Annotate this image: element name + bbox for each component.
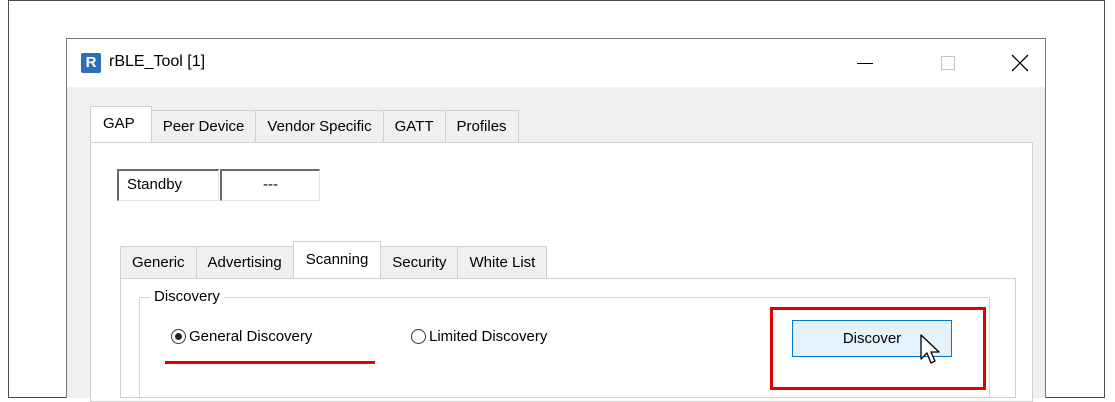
general-discovery-radio[interactable]: General Discovery <box>171 328 312 345</box>
tab-white-list[interactable]: White List <box>457 246 548 278</box>
tab-security[interactable]: Security <box>380 246 459 278</box>
tab-profiles[interactable]: Profiles <box>444 110 519 142</box>
tab-peer-device[interactable]: Peer Device <box>150 110 257 142</box>
app-icon: R <box>81 53 101 73</box>
status-state: Standby <box>117 169 219 201</box>
discovery-legend: Discovery <box>150 288 224 305</box>
limited-discovery-label: Limited Discovery <box>429 328 548 345</box>
tab-scanning[interactable]: Scanning <box>292 241 382 278</box>
tab-gap[interactable]: GAP <box>90 106 152 142</box>
mouse-cursor-icon <box>920 334 940 364</box>
close-button[interactable] <box>997 44 1043 82</box>
main-tab-strip: GAP Peer Device Vendor Specific GATT Pro… <box>90 106 519 142</box>
sub-tab-strip: Generic Advertising Scanning Security Wh… <box>120 241 548 278</box>
tab-vendor-specific[interactable]: Vendor Specific <box>255 110 384 142</box>
tab-gatt[interactable]: GATT <box>382 110 446 142</box>
maximize-icon <box>941 56 955 70</box>
radio-checked-icon <box>171 329 186 344</box>
general-discovery-label: General Discovery <box>189 328 313 345</box>
limited-discovery-radio[interactable]: Limited Discovery <box>411 328 547 345</box>
red-underline-annotation <box>165 361 375 364</box>
status-value: --- <box>220 169 320 201</box>
maximize-button[interactable] <box>925 44 971 82</box>
radio-unchecked-icon <box>411 329 426 344</box>
tab-advertising[interactable]: Advertising <box>195 246 294 278</box>
minimize-button[interactable] <box>842 44 888 82</box>
window-title: rBLE_Tool [1] <box>109 53 206 70</box>
close-icon <box>1011 54 1029 72</box>
title-bar[interactable]: R rBLE_Tool [1] <box>67 39 1045 87</box>
minimize-icon <box>857 62 873 64</box>
tab-generic[interactable]: Generic <box>120 246 197 278</box>
